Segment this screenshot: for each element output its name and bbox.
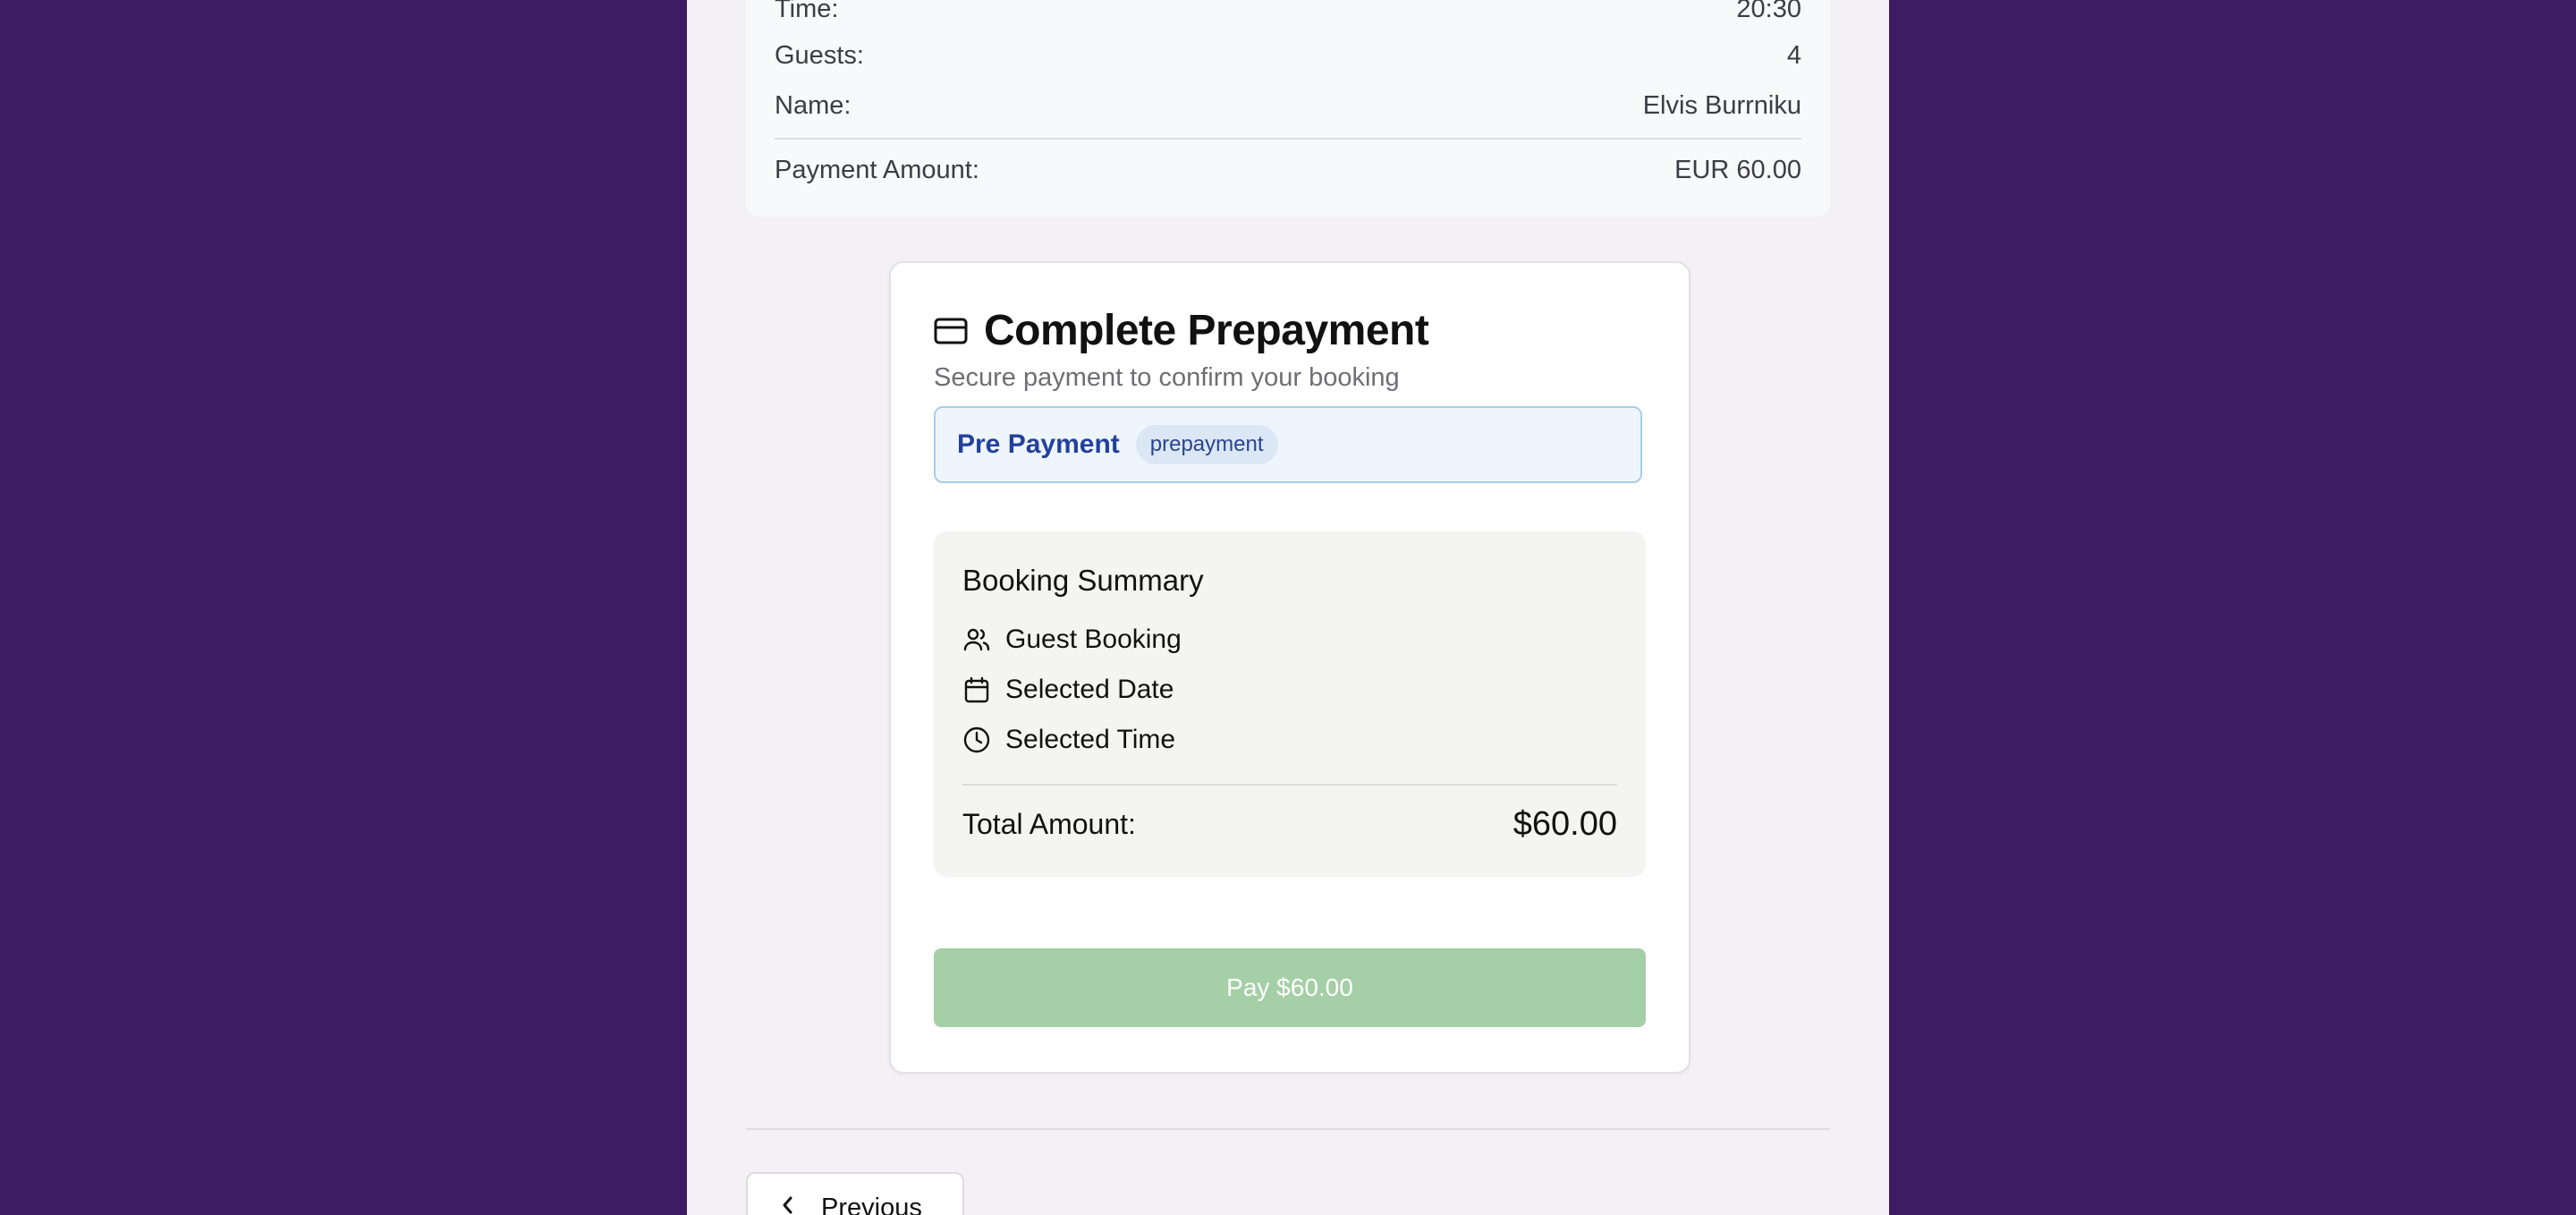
summary-item-label: Guest Booking (1005, 624, 1182, 654)
clock-icon (962, 726, 991, 754)
summary-item-label: Selected Time (1005, 725, 1176, 754)
payment-amount-label: Payment Amount: (775, 155, 979, 184)
pay-button[interactable]: Pay $60.00 (934, 948, 1646, 1027)
total-amount-value: $60.00 (1513, 804, 1617, 843)
guests-label: Guests: (775, 40, 864, 70)
total-amount-label: Total Amount: (962, 807, 1136, 840)
guests-value: 4 (1786, 40, 1801, 70)
payment-amount-value: EUR 60.00 (1674, 155, 1801, 184)
summary-divider (962, 784, 1617, 786)
prepayment-card: Complete Prepayment Secure payment to co… (889, 261, 1690, 1074)
name-value: Elvis Burrniku (1642, 90, 1801, 120)
prepayment-type-box: Pre Payment prepayment (934, 406, 1642, 483)
calendar-icon (962, 675, 991, 704)
total-amount-row: Total Amount: $60.00 (962, 802, 1617, 846)
summary-item-selected-date: Selected Date (962, 675, 1174, 705)
booking-summary-title: Booking Summary (962, 564, 1204, 597)
users-icon (962, 625, 991, 654)
booking-details-card: Time: 20:30 Guests: 4 Name: Elvis Burrni… (746, 0, 1830, 217)
summary-item-label: Selected Date (1005, 675, 1174, 704)
previous-button[interactable]: Previous (746, 1172, 964, 1215)
prepayment-header: Complete Prepayment (934, 306, 1429, 355)
credit-card-icon (934, 314, 968, 348)
time-value: 20:30 (1736, 0, 1801, 23)
booking-page: Time: 20:30 Guests: 4 Name: Elvis Burrni… (687, 0, 1889, 1215)
detail-row-guests: Guests: 4 (775, 38, 1801, 73)
summary-item-guest-booking: Guest Booking (962, 624, 1182, 655)
detail-row-name: Name: Elvis Burrniku (775, 88, 1801, 123)
prepayment-type-label: Pre Payment (957, 429, 1120, 459)
prepayment-subtitle: Secure payment to confirm your booking (934, 363, 1400, 392)
details-divider (775, 138, 1801, 140)
detail-row-payment: Payment Amount: EUR 60.00 (775, 152, 1801, 188)
detail-row-time: Time: 20:30 (775, 0, 1801, 27)
name-label: Name: (775, 90, 852, 120)
previous-button-label: Previous (821, 1193, 922, 1215)
prepayment-type-badge: prepayment (1135, 425, 1278, 464)
booking-summary: Booking Summary Guest Booking Selected D… (934, 531, 1646, 877)
footer-divider (746, 1128, 1830, 1130)
time-label: Time: (775, 0, 839, 23)
chevron-left-icon (780, 1194, 796, 1215)
prepayment-title: Complete Prepayment (984, 307, 1429, 354)
summary-item-selected-time: Selected Time (962, 725, 1175, 755)
